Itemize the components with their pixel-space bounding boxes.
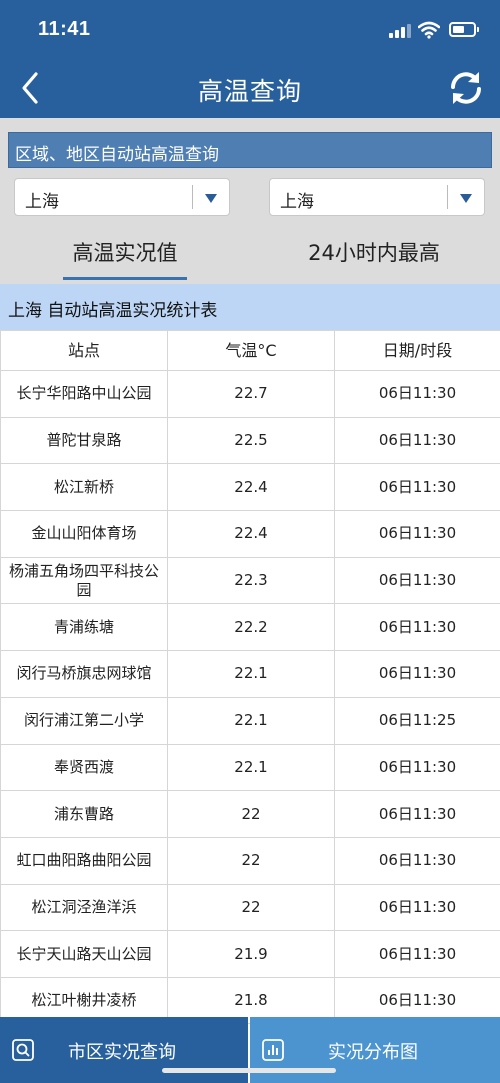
station-name: 闵行浦江第二小学 <box>0 696 168 745</box>
distribution-map-label: 实况分布图 <box>328 1042 418 1063</box>
column-header-temperature: 气温°C <box>167 330 335 371</box>
refresh-button[interactable] <box>446 66 486 110</box>
table-row[interactable]: 虹口曲阳路曲阳公园 22 06日11:30 <box>0 836 500 885</box>
distribution-map-button[interactable]: 实况分布图 <box>250 1017 500 1083</box>
table-row[interactable]: 松江洞泾渔洋浜 22 06日11:30 <box>0 883 500 932</box>
page-title: 高温查询 <box>197 77 302 106</box>
tab-current-high-temp[interactable]: 高温实况值 <box>63 230 187 284</box>
station-name: 奉贤西渡 <box>0 743 168 792</box>
refresh-icon <box>451 72 481 104</box>
station-name: 金山山阳体育场 <box>0 510 168 558</box>
search-icon <box>12 1039 34 1061</box>
tab-label: 高温实况值 <box>72 241 178 265</box>
table-row[interactable]: 杨浦五角场四平科技公园 22.3 06日11:30 <box>0 556 500 605</box>
temperature-value: 22.7 <box>167 370 335 418</box>
observation-time: 06日11:30 <box>334 650 500 698</box>
signal-icon <box>389 24 411 38</box>
bar-chart-icon <box>262 1039 284 1061</box>
select-divider <box>192 185 193 209</box>
city-live-query-label: 市区实况查询 <box>68 1042 176 1063</box>
table-row[interactable]: 浦东曹路 22 06日11:30 <box>0 790 500 838</box>
station-name: 松江新桥 <box>0 463 168 512</box>
dropdown-arrow-icon <box>205 194 217 203</box>
table-row[interactable]: 长宁天山路天山公园 21.9 06日11:30 <box>0 930 500 978</box>
table-row[interactable]: 闵行浦江第二小学 22.1 06日11:25 <box>0 696 500 745</box>
table-row[interactable]: 松江新桥 22.4 06日11:30 <box>0 463 500 512</box>
dropdown-arrow-icon <box>460 194 472 203</box>
temperature-value: 22 <box>167 790 335 838</box>
tab-label: 24小时内最高 <box>308 241 440 265</box>
column-header-datetime: 日期/时段 <box>334 330 500 371</box>
station-name: 普陀甘泉路 <box>0 416 168 465</box>
table-title: 上海 自动站高温实况统计表 <box>0 284 500 330</box>
area-select[interactable]: 上海 <box>269 178 485 216</box>
observation-time: 06日11:30 <box>334 556 500 605</box>
table-header-row: 站点 气温°C 日期/时段 <box>0 330 500 371</box>
station-name: 虹口曲阳路曲阳公园 <box>0 836 168 885</box>
observation-time: 06日11:30 <box>334 743 500 792</box>
observation-time: 06日11:30 <box>334 836 500 885</box>
temperature-value: 22 <box>167 883 335 932</box>
bottom-toolbar: 市区实况查询 实况分布图 <box>0 1017 500 1083</box>
city-live-query-button[interactable]: 市区实况查询 <box>0 1017 248 1083</box>
observation-time: 06日11:30 <box>334 510 500 558</box>
region-select-value: 上海 <box>25 192 59 212</box>
observation-time: 06日11:30 <box>334 463 500 512</box>
observation-time: 06日11:30 <box>334 790 500 838</box>
temperature-table: 站点 气温°C 日期/时段 长宁华阳路中山公园 22.7 06日11:30 普陀… <box>0 330 500 1024</box>
temperature-value: 22.1 <box>167 696 335 745</box>
temperature-value: 22.3 <box>167 556 335 605</box>
station-name: 松江洞泾渔洋浜 <box>0 883 168 932</box>
table-row[interactable]: 普陀甘泉路 22.5 06日11:30 <box>0 416 500 465</box>
area-select-value: 上海 <box>280 192 314 212</box>
station-name: 长宁华阳路中山公园 <box>0 370 168 418</box>
observation-time: 06日11:30 <box>334 883 500 932</box>
tab-24h-max[interactable]: 24小时内最高 <box>296 230 452 284</box>
table-row[interactable]: 青浦练塘 22.2 06日11:30 <box>0 603 500 652</box>
battery-icon <box>449 22 479 37</box>
temperature-value: 21.9 <box>167 930 335 978</box>
table-row[interactable]: 长宁华阳路中山公园 22.7 06日11:30 <box>0 370 500 418</box>
select-divider <box>447 185 448 209</box>
temperature-value: 22 <box>167 836 335 885</box>
app-header: 11:41 高温查询 <box>0 0 500 118</box>
table-row[interactable]: 金山山阳体育场 22.4 06日11:30 <box>0 510 500 558</box>
status-time: 11:41 <box>38 18 91 40</box>
temperature-value: 22.1 <box>167 743 335 792</box>
temperature-value: 22.1 <box>167 650 335 698</box>
table-row[interactable]: 奉贤西渡 22.1 06日11:30 <box>0 743 500 792</box>
station-name: 闵行马桥旗忠网球馆 <box>0 650 168 698</box>
observation-time: 06日11:30 <box>334 930 500 978</box>
table-body: 长宁华阳路中山公园 22.7 06日11:30 普陀甘泉路 22.5 06日11… <box>0 370 500 1024</box>
observation-time: 06日11:30 <box>334 416 500 465</box>
home-indicator[interactable] <box>162 1068 336 1073</box>
station-name: 浦东曹路 <box>0 790 168 838</box>
temperature-value: 22.4 <box>167 463 335 512</box>
station-name: 杨浦五角场四平科技公园 <box>0 556 168 605</box>
station-name: 青浦练塘 <box>0 603 168 652</box>
nav-bar: 高温查询 <box>0 60 500 118</box>
temperature-value: 22.4 <box>167 510 335 558</box>
observation-time: 06日11:30 <box>334 370 500 418</box>
column-header-station: 站点 <box>0 330 168 371</box>
observation-time: 06日11:25 <box>334 696 500 745</box>
temperature-value: 22.2 <box>167 603 335 652</box>
station-name: 长宁天山路天山公园 <box>0 930 168 978</box>
status-bar: 11:41 <box>0 0 500 60</box>
temperature-value: 22.5 <box>167 416 335 465</box>
observation-time: 06日11:30 <box>334 603 500 652</box>
table-row[interactable]: 闵行马桥旗忠网球馆 22.1 06日11:30 <box>0 650 500 698</box>
query-panel: 区域、地区自动站高温查询 上海 上海 高温实况值 24小时内最高 <box>0 118 500 284</box>
wifi-icon <box>418 21 440 39</box>
query-section-label: 区域、地区自动站高温查询 <box>8 132 492 168</box>
region-select[interactable]: 上海 <box>14 178 230 216</box>
